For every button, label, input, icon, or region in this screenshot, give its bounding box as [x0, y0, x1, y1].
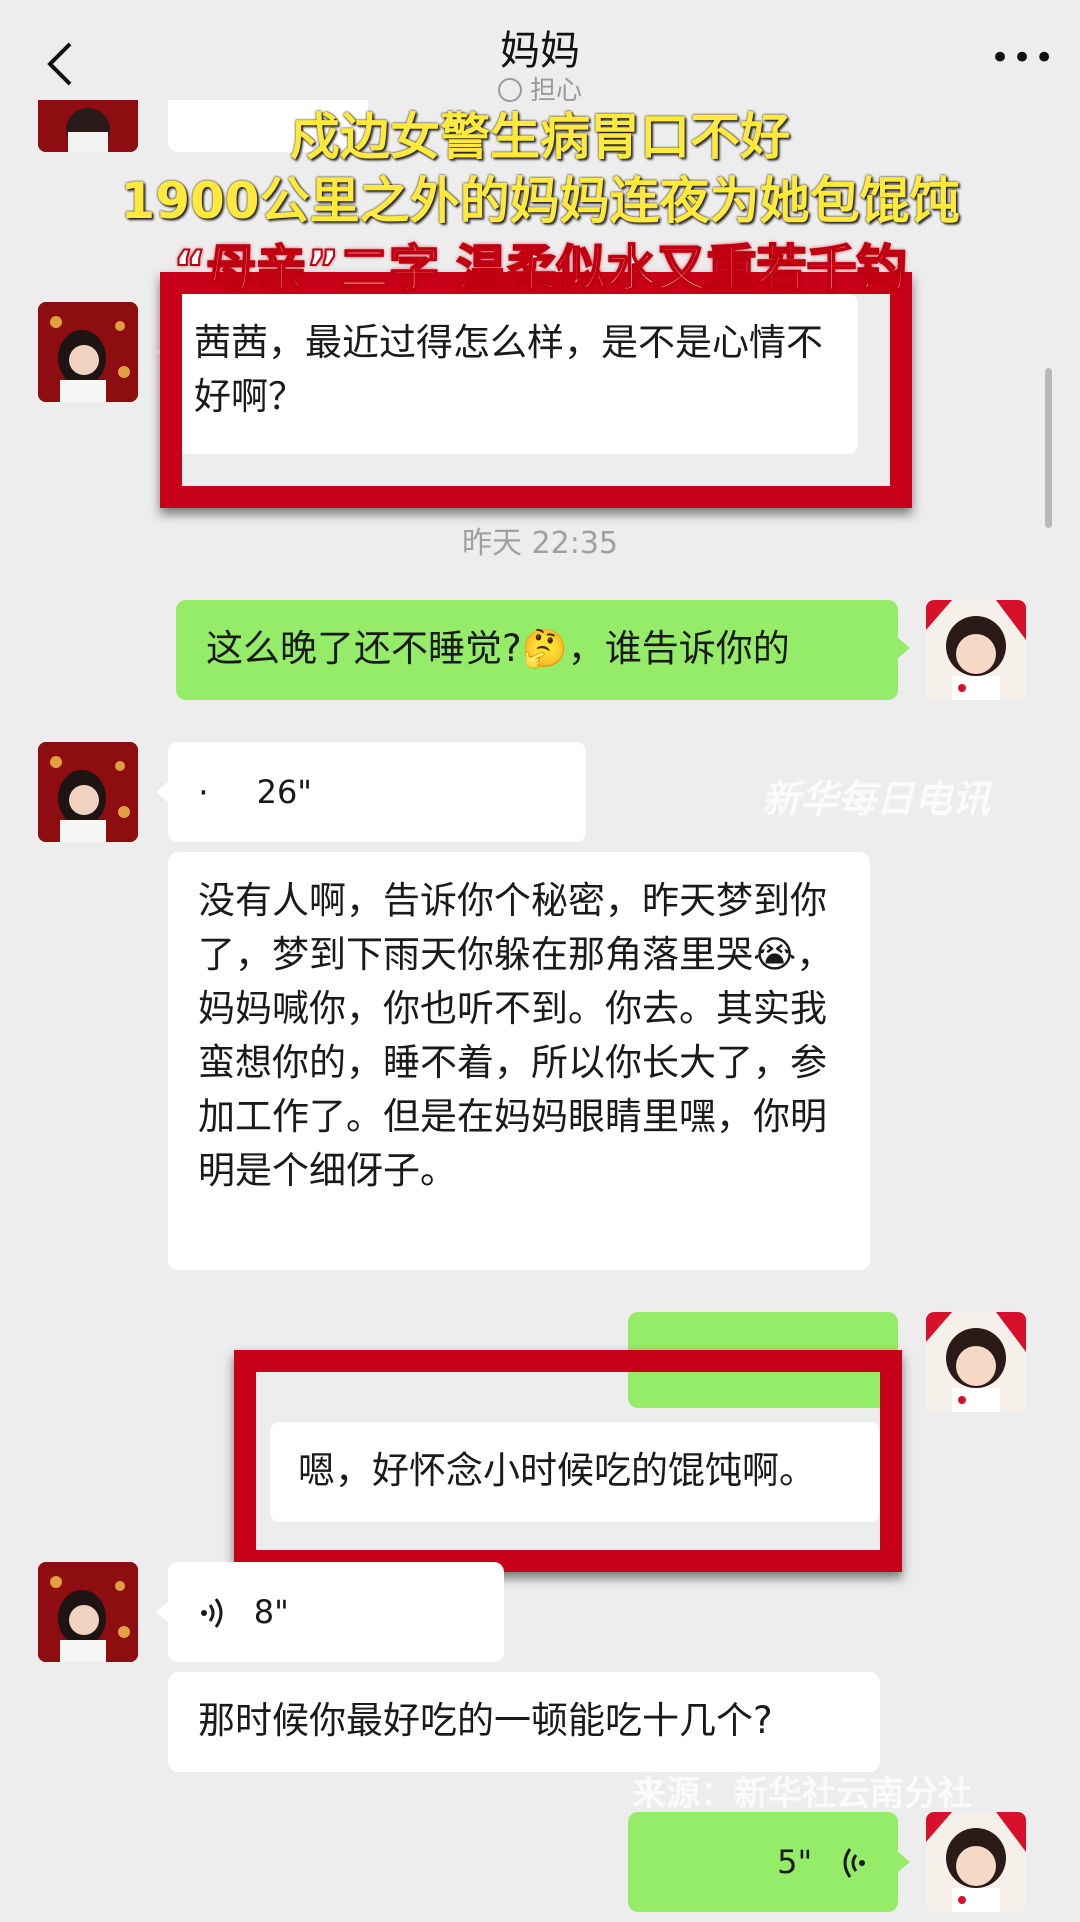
contact-status-text: 担心: [529, 76, 582, 106]
caption-line-2: 1900公里之外的妈妈连夜为她包馄饨: [120, 172, 960, 230]
bubble-tail: [898, 1852, 910, 1872]
logo-watermark: 新华每日电讯: [762, 777, 991, 821]
sent-message-bubble[interactable]: 这么晚了还不睡觉?🤔，谁告诉你的: [176, 600, 898, 700]
voice-wave-icon: [201, 1597, 223, 1628]
avatar-image: [38, 1562, 138, 1662]
caption-line-1: 戍边女警生病胃口不好: [290, 108, 790, 166]
bubble-tail: [156, 782, 168, 802]
voice-wave-icon: [843, 1847, 865, 1878]
avatar-image: [38, 302, 138, 402]
message-text: 这么晚了还不睡觉?🤔，谁告诉你的: [206, 627, 790, 670]
bubble-tail: [156, 1602, 168, 1622]
mom-avatar[interactable]: [38, 1562, 138, 1662]
voice-message-bubble[interactable]: · 26": [168, 742, 586, 842]
bubble-tail: [898, 638, 910, 658]
sent-voice-bubble[interactable]: 5": [628, 1812, 898, 1912]
chat-header: 妈妈 担心 •••: [0, 0, 1080, 118]
avatar-image: [926, 600, 1026, 700]
status-ring-icon: [497, 78, 522, 102]
chat-title: 妈妈: [500, 28, 580, 74]
avatar-image: [926, 1312, 1026, 1412]
message-bubble[interactable]: 那时候你最好吃的一顿能吃十几个?: [168, 1672, 880, 1772]
message-text: 没有人啊，告诉你个秘密，昨天梦到你了，梦到下雨天你躲在那角落里哭😭，妈妈喊你，你…: [198, 879, 834, 1192]
more-icon: •••: [990, 38, 1057, 78]
scrollbar[interactable]: [1045, 368, 1052, 528]
avatar-image: [38, 742, 138, 842]
avatar-image: [926, 1812, 1026, 1912]
chat-screen: 妈妈 担心 ••• 茜茜，最近过得怎么样，是不是心情不好啊？ 昨天 22:35: [0, 0, 1080, 1922]
voice-duration: 5": [777, 1843, 813, 1881]
message-bubble[interactable]: 没有人啊，告诉你个秘密，昨天梦到你了，梦到下雨天你躲在那角落里哭😭，妈妈喊你，你…: [168, 852, 870, 1270]
my-avatar[interactable]: [926, 1812, 1026, 1912]
message-text: 那时候你最好吃的一顿能吃十几个?: [198, 1699, 773, 1742]
more-button[interactable]: •••: [990, 41, 1054, 75]
highlight-frame: [234, 1350, 902, 1572]
voice-duration: 26": [256, 773, 313, 811]
voice-message-bubble[interactable]: 8": [168, 1562, 504, 1662]
my-avatar[interactable]: [926, 600, 1026, 700]
mom-avatar[interactable]: [38, 742, 138, 842]
highlight-frame: [160, 272, 912, 508]
mom-avatar[interactable]: [38, 302, 138, 402]
source-watermark: 来源：新华社云南分社: [632, 1774, 972, 1814]
caption-line-3: “母亲”二字 温柔似水又重若千钧: [172, 240, 907, 298]
contact-status: 担心: [0, 70, 1080, 107]
timestamp: 昨天 22:35: [462, 526, 618, 561]
voice-wave-icon: ·: [198, 772, 209, 813]
voice-duration: 8": [253, 1593, 289, 1631]
my-avatar[interactable]: [926, 1312, 1026, 1412]
